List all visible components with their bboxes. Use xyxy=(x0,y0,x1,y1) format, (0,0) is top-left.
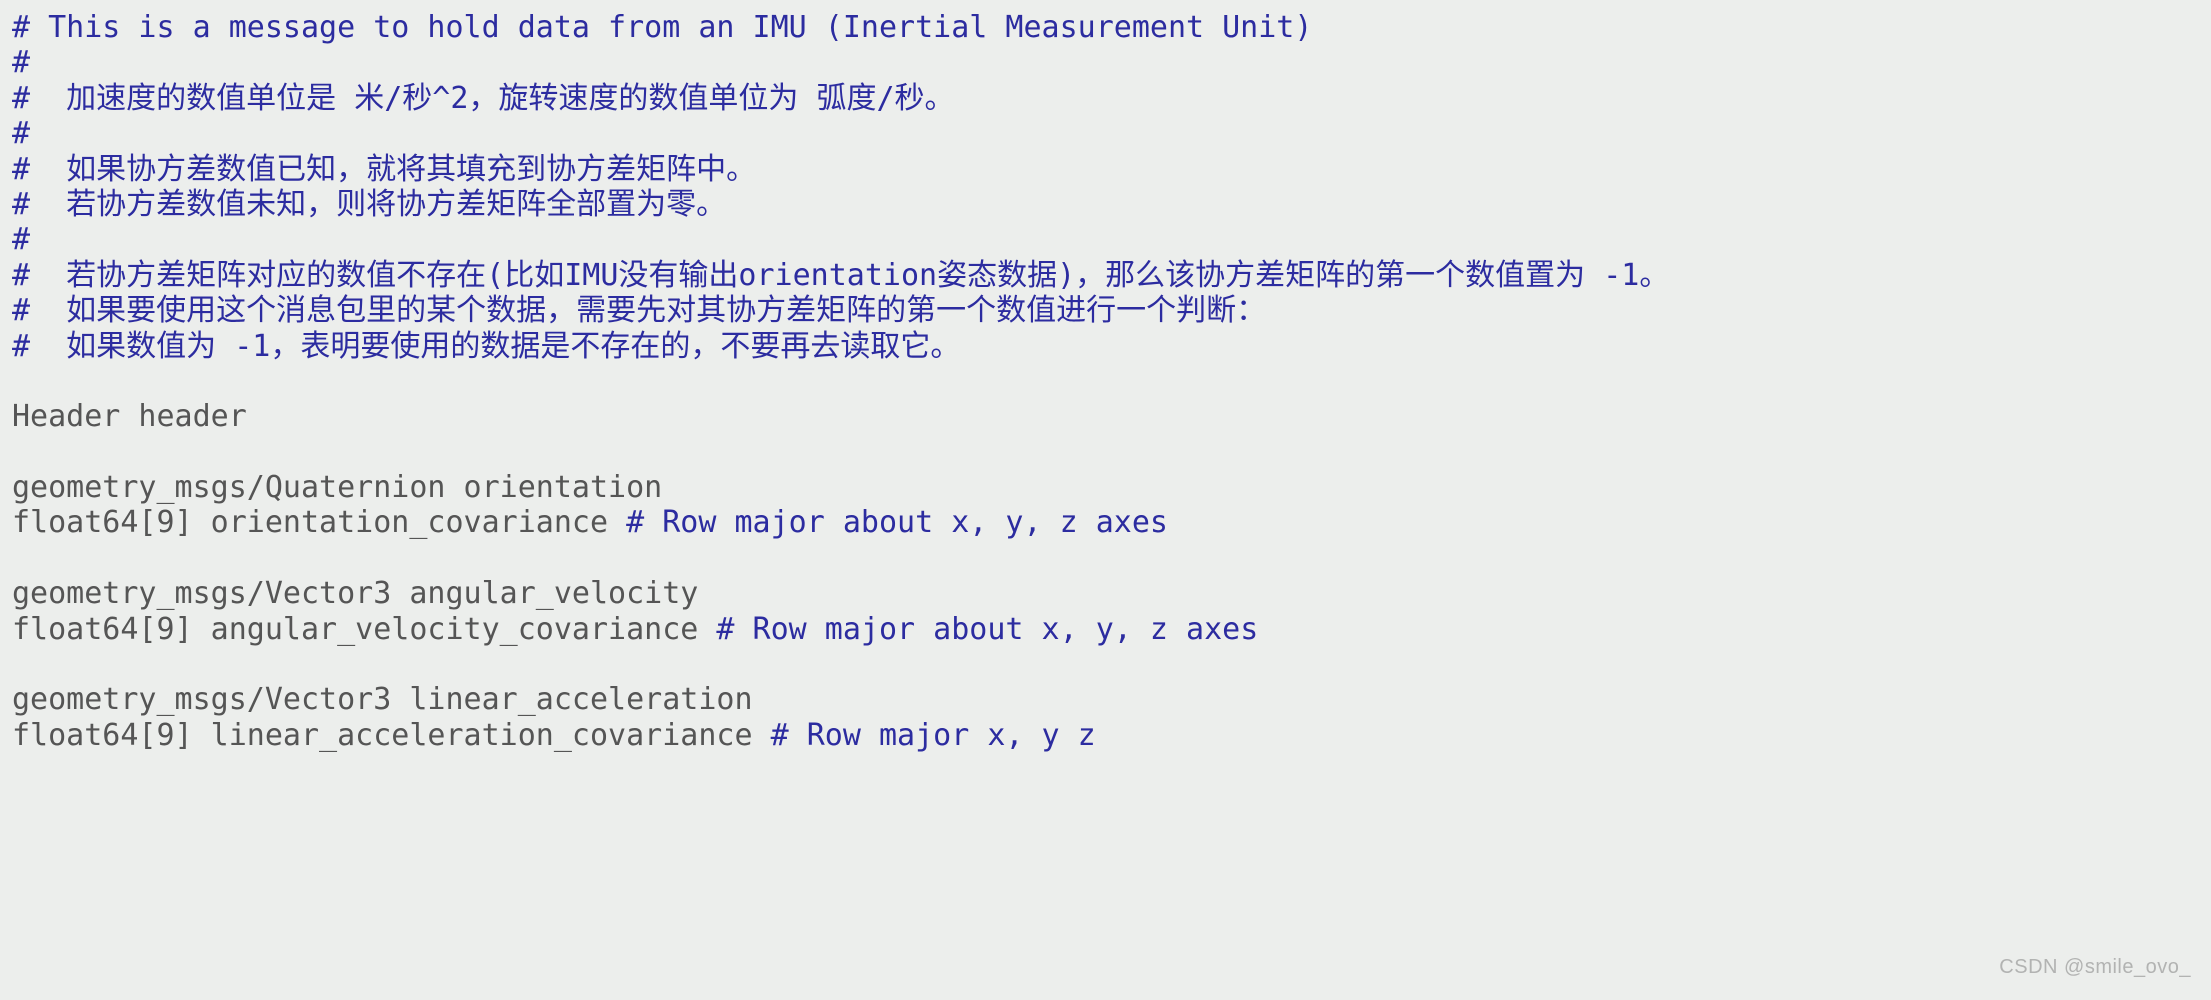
code-line: # 若协方差数值未知，则将协方差矩阵全部置为零。 xyxy=(12,187,2199,222)
code-line xyxy=(12,541,2199,576)
code-text xyxy=(12,647,30,682)
code-line: geometry_msgs/Vector3 angular_velocity xyxy=(12,576,2199,611)
watermark-text: CSDN @smile_ovo_ xyxy=(1999,956,2191,980)
comment-text: # Row major about x, y, z axes xyxy=(716,612,1258,647)
comment-text: # xyxy=(12,116,30,151)
code-line: # 若协方差矩阵对应的数值不存在(比如IMU没有输出orientation姿态数… xyxy=(12,258,2199,293)
code-text: geometry_msgs/Quaternion orientation xyxy=(12,470,662,505)
code-line: # 如果要使用这个消息包里的某个数据，需要先对其协方差矩阵的第一个数值进行一个判… xyxy=(12,293,2199,328)
code-text: Header header xyxy=(12,399,247,434)
comment-text: # xyxy=(12,45,30,80)
code-line: # This is a message to hold data from an… xyxy=(12,10,2199,45)
code-line: # 加速度的数值单位是 米/秒^2，旋转速度的数值单位为 弧度/秒。 xyxy=(12,81,2199,116)
code-text xyxy=(12,435,30,470)
code-line: # 如果数值为 -1，表明要使用的数据是不存在的，不要再去读取它。 xyxy=(12,329,2199,364)
code-line: # xyxy=(12,222,2199,257)
code-line xyxy=(12,364,2199,399)
code-text xyxy=(12,364,30,399)
code-text xyxy=(12,541,30,576)
code-line: Header header xyxy=(12,399,2199,434)
code-line: # xyxy=(12,116,2199,151)
code-line: float64[9] linear_acceleration_covarianc… xyxy=(12,718,2199,753)
comment-text: # 加速度的数值单位是 米/秒^2，旋转速度的数值单位为 弧度/秒。 xyxy=(12,81,955,116)
comment-text: # Row major about x, y, z axes xyxy=(626,505,1168,540)
code-block: # This is a message to hold data from an… xyxy=(0,0,2211,763)
comment-text: # 若协方差矩阵对应的数值不存在(比如IMU没有输出orientation姿态数… xyxy=(12,258,1669,293)
code-line xyxy=(12,435,2199,470)
comment-text: # xyxy=(12,222,30,257)
code-line: # xyxy=(12,45,2199,80)
comment-text: # 如果协方差数值已知，就将其填充到协方差矩阵中。 xyxy=(12,152,756,187)
code-line: # 如果协方差数值已知，就将其填充到协方差矩阵中。 xyxy=(12,152,2199,187)
code-text: float64[9] orientation_covariance xyxy=(12,505,626,540)
comment-text: # This is a message to hold data from an… xyxy=(12,10,1312,45)
comment-text: # 如果要使用这个消息包里的某个数据，需要先对其协方差矩阵的第一个数值进行一个判… xyxy=(12,293,1266,328)
code-text: geometry_msgs/Vector3 angular_velocity xyxy=(12,576,698,611)
code-text: float64[9] angular_velocity_covariance xyxy=(12,612,716,647)
code-line xyxy=(12,647,2199,682)
code-line: float64[9] angular_velocity_covariance #… xyxy=(12,612,2199,647)
comment-text: # 若协方差数值未知，则将协方差矩阵全部置为零。 xyxy=(12,187,726,222)
code-text: float64[9] linear_acceleration_covarianc… xyxy=(12,718,771,753)
code-line: geometry_msgs/Vector3 linear_acceleratio… xyxy=(12,682,2199,717)
code-text: geometry_msgs/Vector3 linear_acceleratio… xyxy=(12,682,753,717)
code-line: float64[9] orientation_covariance # Row … xyxy=(12,505,2199,540)
comment-text: # Row major x, y z xyxy=(771,718,1096,753)
code-line: geometry_msgs/Quaternion orientation xyxy=(12,470,2199,505)
comment-text: # 如果数值为 -1，表明要使用的数据是不存在的，不要再去读取它。 xyxy=(12,329,960,364)
